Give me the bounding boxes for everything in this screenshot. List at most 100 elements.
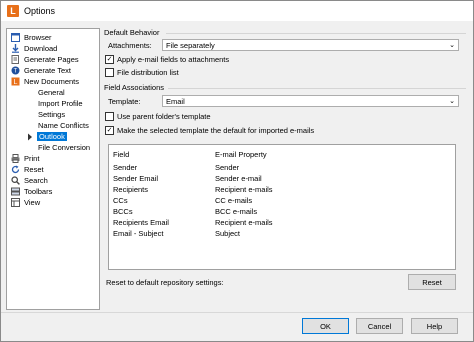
table-cell-field[interactable]: Email - Subject bbox=[113, 229, 163, 238]
tree-item-label: Import Profile bbox=[38, 99, 83, 108]
checkbox-label: Make the selected template the default f… bbox=[117, 126, 315, 135]
browser-icon bbox=[11, 33, 20, 42]
tree-item-label: Name Conflicts bbox=[38, 121, 89, 130]
search-icon bbox=[11, 176, 20, 185]
apply-email-fields-checkbox[interactable]: ✓ Apply e-mail fields to attachments bbox=[105, 55, 229, 64]
reset-label: Reset to default repository settings: bbox=[106, 278, 224, 287]
make-default-template-checkbox[interactable]: ✓ Make the selected template the default… bbox=[105, 126, 314, 135]
checkbox-label: Use parent folder's template bbox=[117, 112, 211, 121]
checkbox-label: Apply e-mail fields to attachments bbox=[117, 55, 230, 64]
tree-item-settings[interactable]: Settings bbox=[38, 109, 65, 120]
tree-item-label: Download bbox=[24, 44, 58, 53]
tree-item-toolbars[interactable]: Toolbars bbox=[11, 186, 52, 197]
checkbox-unchecked-icon bbox=[105, 68, 114, 77]
generate-text-icon: T bbox=[11, 66, 20, 75]
tree-item-view[interactable]: View bbox=[11, 197, 40, 208]
tree-item-import-profile[interactable]: Import Profile bbox=[38, 98, 83, 109]
expand-arrow-icon[interactable] bbox=[27, 132, 33, 141]
help-button-label: Help bbox=[426, 321, 443, 331]
footer-divider bbox=[1, 312, 473, 313]
download-icon bbox=[11, 44, 20, 53]
table-cell-property[interactable]: Recipient e-mails bbox=[215, 185, 273, 194]
tree-item-label: Browser bbox=[24, 33, 52, 42]
tree-item-file-conversion[interactable]: File Conversion bbox=[38, 142, 90, 153]
tree-item-label: View bbox=[24, 198, 41, 207]
new-documents-icon: L bbox=[11, 77, 20, 86]
table-cell-field[interactable]: Recipients bbox=[113, 185, 148, 194]
template-select[interactable]: Email ⌄ bbox=[162, 95, 459, 107]
use-parent-template-checkbox[interactable]: Use parent folder's template bbox=[105, 112, 211, 121]
file-distribution-list-checkbox[interactable]: File distribution list bbox=[105, 68, 179, 77]
attachments-select-value: File separately bbox=[166, 40, 215, 50]
chevron-down-icon: ⌄ bbox=[449, 42, 455, 49]
tree-item-generate-pages[interactable]: Generate Pages bbox=[11, 54, 79, 65]
group-divider bbox=[166, 33, 466, 34]
tree-item-name-conflicts[interactable]: Name Conflicts bbox=[38, 120, 89, 131]
default-behavior-group-label: Default Behavior bbox=[104, 28, 160, 37]
reset-icon bbox=[11, 165, 20, 174]
chevron-down-icon: ⌄ bbox=[449, 98, 455, 105]
table-cell-property[interactable]: Sender bbox=[215, 163, 239, 172]
svg-text:T: T bbox=[14, 69, 18, 75]
cancel-button[interactable]: Cancel bbox=[356, 318, 403, 334]
table-cell-field[interactable]: CCs bbox=[113, 196, 128, 205]
attachments-label: Attachments: bbox=[108, 41, 152, 50]
table-cell-field[interactable]: BCCs bbox=[113, 207, 133, 216]
tree-item-generate-text[interactable]: T Generate Text bbox=[11, 65, 71, 76]
ok-button[interactable]: OK bbox=[302, 318, 349, 334]
tree-item-label: Search bbox=[24, 176, 48, 185]
table-cell-property[interactable]: BCC e-mails bbox=[215, 207, 257, 216]
attachments-select[interactable]: File separately ⌄ bbox=[162, 39, 459, 51]
tree-item-label: Generate Pages bbox=[24, 55, 79, 64]
ok-button-label: OK bbox=[320, 321, 331, 331]
tree-item-label: Reset bbox=[24, 165, 44, 174]
reset-button[interactable]: Reset bbox=[408, 274, 456, 290]
tree-item-label: General bbox=[38, 88, 65, 97]
title-bar: L Options bbox=[1, 1, 473, 21]
tree-item-label: Generate Text bbox=[24, 66, 71, 75]
tree-item-reset[interactable]: Reset bbox=[11, 164, 44, 175]
tree-item-search[interactable]: Search bbox=[11, 175, 48, 186]
tree-item-label: Toolbars bbox=[24, 187, 53, 196]
column-header-email-property: E-mail Property bbox=[215, 150, 267, 159]
tree-item-label: Print bbox=[24, 154, 40, 163]
column-header-field: Field bbox=[113, 150, 130, 159]
tree-item-print[interactable]: Print bbox=[11, 153, 39, 164]
print-icon bbox=[11, 154, 20, 163]
tree-item-outlook[interactable]: Outlook bbox=[27, 131, 67, 142]
cancel-button-label: Cancel bbox=[367, 321, 392, 331]
table-cell-field[interactable]: Sender Email bbox=[113, 174, 158, 183]
app-logo-icon: L bbox=[7, 5, 19, 17]
group-divider bbox=[168, 88, 466, 89]
checkbox-label: File distribution list bbox=[117, 68, 179, 77]
tree-item-download[interactable]: Download bbox=[11, 43, 57, 54]
field-mapping-table[interactable]: Field E-mail Property Sender Sender Send… bbox=[108, 144, 456, 270]
table-cell-property[interactable]: CC e-mails bbox=[215, 196, 252, 205]
options-dialog: L Options Browser Download Generate Page… bbox=[0, 0, 474, 342]
table-cell-field[interactable]: Sender bbox=[113, 163, 137, 172]
tree-item-label: Outlook bbox=[37, 132, 67, 141]
reset-button-label: Reset bbox=[422, 277, 442, 287]
tree-item-general[interactable]: General bbox=[38, 87, 65, 98]
help-button[interactable]: Help bbox=[411, 318, 458, 334]
tree-item-new-documents[interactable]: L New Documents bbox=[11, 76, 79, 87]
checkbox-checked-icon: ✓ bbox=[105, 126, 114, 135]
table-cell-property[interactable]: Sender e-mail bbox=[215, 174, 262, 183]
tree-item-label: File Conversion bbox=[38, 143, 91, 152]
svg-text:L: L bbox=[14, 79, 18, 86]
toolbars-icon bbox=[11, 187, 20, 196]
options-tree[interactable]: Browser Download Generate Pages T Genera… bbox=[6, 28, 100, 310]
table-cell-property[interactable]: Subject bbox=[215, 229, 240, 238]
template-select-value: Email bbox=[166, 96, 185, 106]
generate-pages-icon bbox=[11, 55, 20, 64]
window-title: Options bbox=[24, 6, 56, 16]
template-label: Template: bbox=[108, 97, 141, 106]
tree-item-label: New Documents bbox=[24, 77, 80, 86]
field-associations-group-label: Field Associations bbox=[104, 83, 165, 92]
table-cell-property[interactable]: Recipient e-mails bbox=[215, 218, 273, 227]
table-cell-field[interactable]: Recipients Email bbox=[113, 218, 169, 227]
checkbox-checked-icon: ✓ bbox=[105, 55, 114, 64]
tree-item-browser[interactable]: Browser bbox=[11, 32, 52, 43]
checkbox-unchecked-icon bbox=[105, 112, 114, 121]
outlook-settings-panel: Default Behavior Attachments: File separ… bbox=[104, 28, 468, 310]
